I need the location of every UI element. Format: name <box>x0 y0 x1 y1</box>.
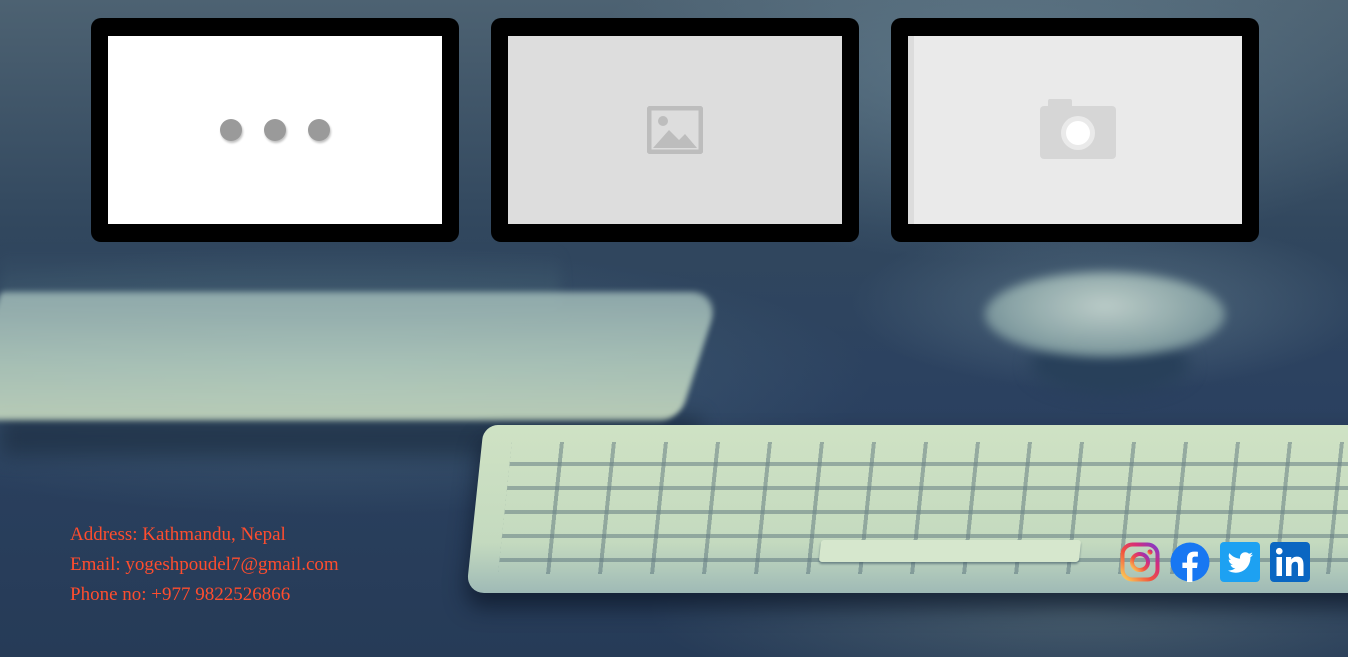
twitter-icon <box>1220 542 1260 582</box>
loading-dot <box>308 119 330 141</box>
thumbnail-gallery <box>0 0 1348 260</box>
thumbnail-frame <box>508 36 842 224</box>
background-laptop <box>0 292 721 420</box>
twitter-link[interactable] <box>1220 542 1260 582</box>
loading-dot <box>220 119 242 141</box>
linkedin-icon <box>1270 542 1310 582</box>
contact-phone: Phone no: +977 9822526866 <box>70 584 291 605</box>
facebook-link[interactable] <box>1170 542 1210 582</box>
instagram-icon <box>1120 542 1160 582</box>
thumbnail-frame <box>108 36 442 224</box>
contact-email: Email: yogeshpoudel7@gmail.com <box>70 554 339 575</box>
facebook-icon <box>1170 542 1210 582</box>
instagram-link[interactable] <box>1120 542 1160 582</box>
thumbnail-card-image[interactable] <box>491 18 859 242</box>
camera-icon <box>1040 99 1116 159</box>
linkedin-link[interactable] <box>1270 542 1310 582</box>
background-spacebar <box>818 540 1082 562</box>
loading-dots-icon <box>220 119 330 141</box>
social-links <box>1120 542 1310 582</box>
thumbnail-card-photo[interactable] <box>891 18 1259 242</box>
contact-address: Address: Kathmandu, Nepal <box>70 524 286 545</box>
thumbnail-card-loading[interactable] <box>91 18 459 242</box>
background-mug <box>985 272 1225 357</box>
image-icon <box>647 106 703 154</box>
page: Address: Kathmandu, Nepal Email: yogeshp… <box>0 0 1348 657</box>
thumbnail-frame <box>908 36 1242 224</box>
loading-dot <box>264 119 286 141</box>
contact-info: Address: Kathmandu, Nepal Email: yogeshp… <box>70 520 339 610</box>
